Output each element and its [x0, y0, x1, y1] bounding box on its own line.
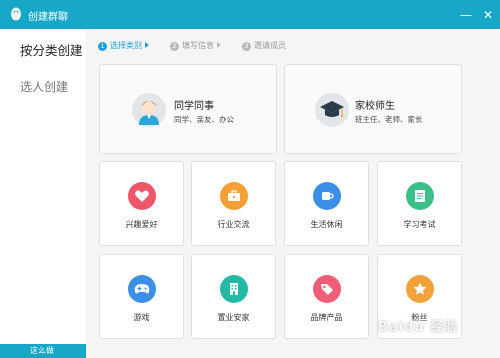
category-card-industry[interactable]: 行业交流: [191, 161, 276, 246]
card-label: 兴趣爱好: [125, 220, 158, 229]
baidu-watermark: Baidu 经验: [378, 320, 459, 335]
qq-penguin-icon: [11, 7, 21, 21]
category-card-hobbies[interactable]: 兴趣爱好: [99, 161, 184, 246]
sidebar-item-by-category[interactable]: 按分类创建: [20, 40, 83, 59]
notebook-icon: [406, 182, 434, 210]
card-label: 游戏: [133, 313, 150, 322]
cup-icon: [313, 182, 341, 210]
category-card-classmates[interactable]: 同学同事 同学、亲友、办公: [99, 64, 277, 154]
category-card-leisure[interactable]: 生活休闲: [284, 161, 369, 246]
category-card-home-school[interactable]: 家校师生 班主任、老师、家长: [284, 64, 462, 154]
card-label: 行业交流: [217, 220, 250, 229]
graduation-cap-icon: [315, 93, 349, 127]
background-taskbar-strip: 这么做: [0, 344, 86, 358]
step-3: 3 邀请成员: [242, 40, 286, 51]
card-subtitle: 班主任、老师、家长: [355, 115, 423, 124]
step-indicator: 1 选择类别 2 填写信息 3 邀请成员: [86, 29, 500, 59]
star-icon: [406, 275, 434, 303]
category-card-study[interactable]: 学习考试: [377, 161, 462, 246]
minimize-button[interactable]: —: [459, 8, 473, 22]
window-title: 创建群聊: [28, 12, 68, 23]
tag-icon: [313, 275, 341, 303]
sidebar-item-by-people[interactable]: 选人创建: [20, 78, 68, 95]
step-2: 2 填写信息: [170, 40, 221, 51]
category-card-real-estate[interactable]: 置业安家: [191, 254, 276, 339]
briefcase-icon: [220, 182, 248, 210]
sidebar: 按分类创建 选人创建: [0, 29, 86, 358]
step-1-label: 选择类别: [110, 41, 142, 50]
building-icon: [220, 275, 248, 303]
title-bar: 创建群聊 — ✕: [0, 0, 500, 29]
create-group-window: 创建群聊 — ✕ 按分类创建 选人创建 1 选择类别 2 填写信息 3 邀请成员 同学…: [0, 0, 500, 358]
card-label: 品牌产品: [310, 313, 343, 322]
card-label: 置业安家: [217, 313, 250, 322]
category-card-games[interactable]: 游戏: [99, 254, 184, 339]
step-2-label: 填写信息: [182, 41, 214, 50]
background-text: 这么做: [30, 346, 54, 355]
card-subtitle: 同学、亲友、办公: [174, 115, 234, 124]
heart-icon: [128, 182, 156, 210]
card-label: 生活休闲: [310, 220, 343, 229]
gamepad-icon: [128, 275, 156, 303]
card-label: 学习考试: [403, 220, 436, 229]
main-panel: 1 选择类别 2 填写信息 3 邀请成员 同学同事 同学、亲友、办公 家校师生 …: [86, 29, 500, 358]
card-title: 家校师生: [355, 101, 395, 112]
person-icon: [132, 93, 166, 127]
category-card-brands[interactable]: 品牌产品: [284, 254, 369, 339]
step-arrow-icon: [145, 42, 149, 48]
step-3-label: 邀请成员: [254, 41, 286, 50]
close-button[interactable]: ✕: [481, 8, 495, 22]
step-1: 1 选择类别: [98, 40, 149, 51]
step-arrow-icon: [217, 42, 221, 48]
card-title: 同学同事: [174, 101, 214, 112]
